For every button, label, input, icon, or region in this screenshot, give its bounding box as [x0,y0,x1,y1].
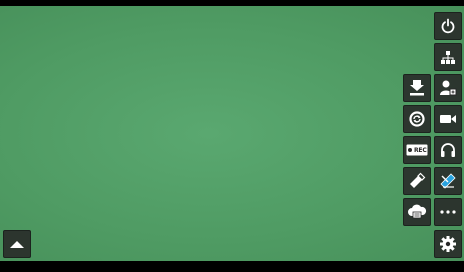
sync-icon [409,111,425,127]
camera-icon [440,115,456,123]
network-icon [441,51,455,64]
network-button[interactable] [434,43,462,71]
chevron-up-icon [10,241,24,248]
download-icon [410,80,424,96]
download-button[interactable] [403,74,431,102]
power-button[interactable] [434,12,462,40]
usb-button[interactable] [403,167,431,195]
headphones-icon [441,143,455,157]
contact-icon [440,80,457,96]
cloud-button[interactable] [403,198,431,226]
contact-button[interactable] [434,74,462,102]
settings-button[interactable] [434,230,462,258]
more-icon [440,210,456,214]
screen-draw-icon [440,173,456,189]
settings-icon [440,236,456,252]
usb-icon [410,172,426,188]
headphones-button[interactable] [434,136,462,164]
desktop-background [0,6,464,261]
more-button[interactable] [434,198,462,226]
sync-button[interactable] [403,105,431,133]
record-button[interactable]: REC [403,136,431,164]
cloud-icon [408,204,427,219]
expand-toolbar-button[interactable] [3,230,31,258]
power-icon [441,18,455,34]
camera-button[interactable] [434,105,462,133]
screen-draw-button[interactable] [434,167,462,195]
record-label: REC [414,147,427,154]
